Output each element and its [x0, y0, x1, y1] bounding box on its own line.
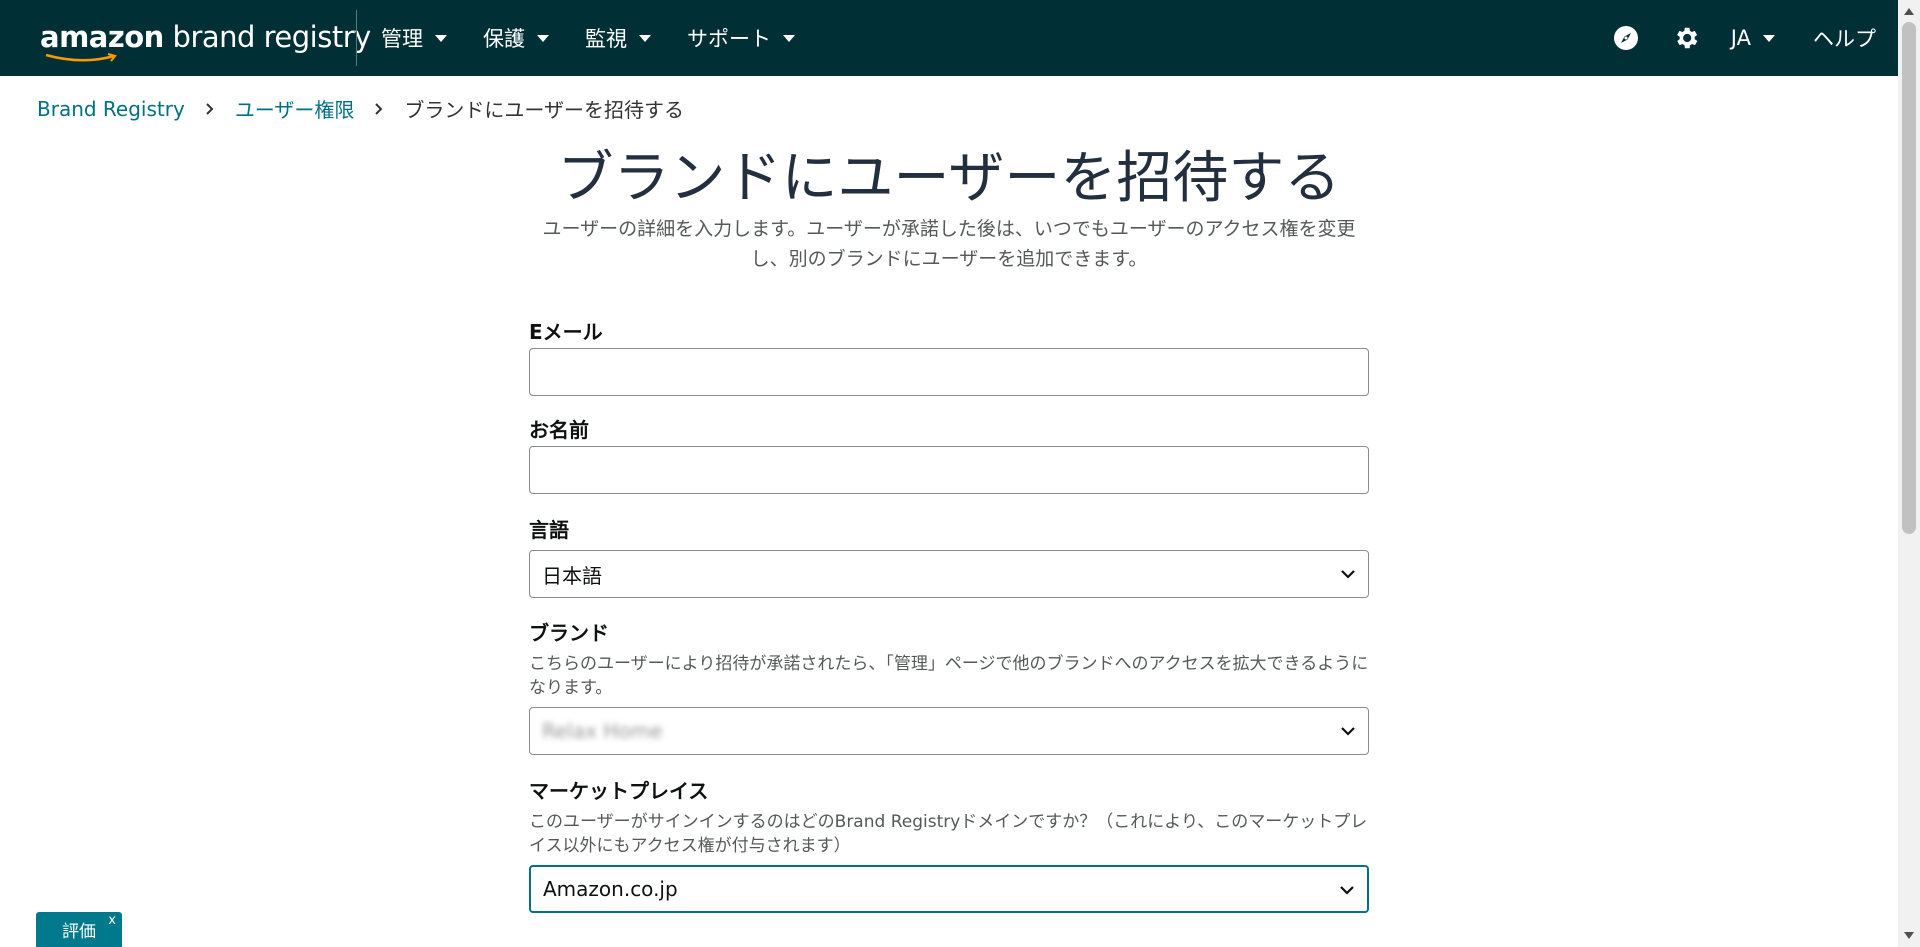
header-divider: [356, 10, 357, 66]
email-label: Eメール: [529, 320, 603, 344]
help-link[interactable]: ヘルプ: [1813, 23, 1876, 53]
scrollbar-thumb[interactable]: [1902, 22, 1916, 534]
caret-down-icon: [1763, 34, 1775, 42]
brand-select[interactable]: Relax Home: [529, 707, 1369, 755]
language-label: JA: [1730, 26, 1751, 50]
marketplace-help-text: このユーザーがサインインするのはどのBrand Registryドメインですか？…: [529, 812, 1368, 856]
caret-down-icon: [435, 34, 447, 42]
nav-protect[interactable]: 保護: [483, 23, 549, 53]
logo-amazon-text: amazon: [40, 20, 164, 54]
brand-help-text: こちらのユーザーにより招待が承諾されたら、「管理」ページで他のブランドへのアクセ…: [529, 654, 1369, 698]
email-field[interactable]: [529, 348, 1369, 396]
compass-icon[interactable]: [1611, 23, 1641, 53]
main-nav: 管理 保護 監視 サポート: [381, 0, 831, 76]
nav-monitor[interactable]: 監視: [585, 23, 651, 53]
gear-icon[interactable]: [1671, 23, 1701, 53]
marketplace-select[interactable]: Amazon.co.jp: [529, 865, 1369, 913]
nav-manage[interactable]: 管理: [381, 23, 447, 53]
language-selector[interactable]: JA: [1731, 26, 1775, 50]
breadcrumb-brand-registry[interactable]: Brand Registry: [37, 97, 185, 121]
chevron-down-icon: [1341, 570, 1355, 579]
feedback-close-button[interactable]: x: [108, 913, 116, 928]
chevron-right-icon: [205, 102, 215, 116]
chevron-down-icon: [1341, 727, 1355, 736]
brand-select-value: Relax Home: [542, 719, 663, 743]
chevron-right-icon: [374, 102, 384, 116]
marketplace-select-value: Amazon.co.jp: [543, 877, 678, 901]
breadcrumb-user-permissions[interactable]: ユーザー権限: [235, 94, 355, 123]
nav-support-label: サポート: [687, 27, 771, 51]
chevron-down-icon: [1340, 886, 1354, 895]
caret-down-icon: [537, 34, 549, 42]
brand-label: ブランド: [529, 621, 609, 645]
amazon-brand-registry-logo[interactable]: amazon brand registry: [40, 20, 372, 62]
caret-down-icon: [639, 34, 651, 42]
nav-support[interactable]: サポート: [687, 23, 795, 53]
language-select-value: 日本語: [542, 563, 602, 588]
caret-down-icon: [783, 34, 795, 42]
top-navigation-bar: amazon brand registry 管理 保護 監視 サポート JA ヘ…: [0, 0, 1898, 76]
name-field[interactable]: [529, 446, 1369, 494]
marketplace-label: マーケットプレイス: [529, 779, 709, 803]
nav-monitor-label: 監視: [585, 27, 627, 51]
page-scrollbar[interactable]: [1898, 0, 1920, 947]
breadcrumb: Brand Registry ユーザー権限 ブランドにユーザーを招待する: [37, 94, 684, 123]
scroll-down-arrow-icon[interactable]: [1904, 932, 1914, 939]
feedback-label: 評価: [62, 922, 96, 942]
page-title: ブランドにユーザーを招待する: [557, 146, 1341, 211]
feedback-button[interactable]: 評価 x: [36, 912, 122, 947]
scroll-up-arrow-icon[interactable]: [1904, 8, 1914, 15]
header-tools: JA ヘルプ: [1611, 0, 1876, 76]
language-field-label: 言語: [529, 518, 569, 542]
nav-protect-label: 保護: [483, 27, 525, 51]
page-subtitle: ユーザーの詳細を入力します。ユーザーが承諾した後は、いつでもユーザーのアクセス権…: [542, 218, 1356, 270]
breadcrumb-current: ブランドにユーザーを招待する: [404, 98, 685, 122]
language-select[interactable]: 日本語: [529, 550, 1369, 598]
amazon-smile-icon: [45, 53, 117, 62]
nav-manage-label: 管理: [381, 27, 423, 51]
logo-brand-registry-text: brand registry: [163, 20, 372, 54]
name-label: お名前: [529, 418, 589, 442]
